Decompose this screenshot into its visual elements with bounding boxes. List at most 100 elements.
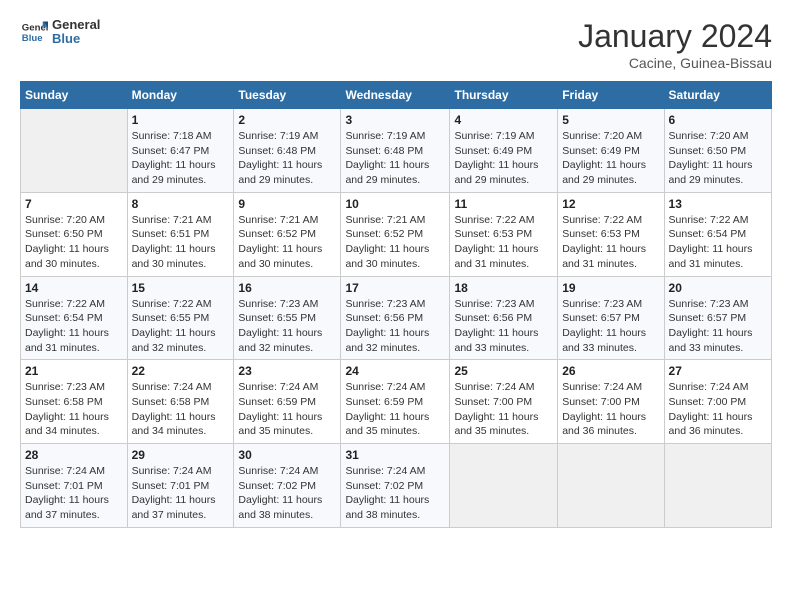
day-cell: 6 Sunrise: 7:20 AM Sunset: 6:50 PM Daylig… bbox=[664, 109, 771, 193]
day-number: 3 bbox=[345, 113, 445, 127]
day-cell: 15 Sunrise: 7:22 AM Sunset: 6:55 PM Dayli… bbox=[127, 276, 234, 360]
page: General Blue General Blue January 2024 C… bbox=[0, 0, 792, 612]
day-number: 11 bbox=[454, 197, 553, 211]
day-cell: 5 Sunrise: 7:20 AM Sunset: 6:49 PM Daylig… bbox=[558, 109, 664, 193]
day-cell: 17Sunrise: 7:23 AM Sunset: 6:56 PM Dayli… bbox=[341, 276, 450, 360]
day-cell: 8 Sunrise: 7:21 AM Sunset: 6:51 PM Daylig… bbox=[127, 192, 234, 276]
day-info: Sunrise: 7:24 AM Sunset: 7:02 PM Dayligh… bbox=[345, 464, 445, 523]
day-cell: 27 Sunrise: 7:24 AM Sunset: 7:00 PM Dayli… bbox=[664, 360, 771, 444]
header-row: Sunday Monday Tuesday Wednesday Thursday… bbox=[21, 82, 772, 109]
day-cell: 12Sunrise: 7:22 AM Sunset: 6:53 PM Dayli… bbox=[558, 192, 664, 276]
title-block: January 2024 Cacine, Guinea-Bissau bbox=[578, 18, 772, 71]
svg-text:Blue: Blue bbox=[22, 33, 43, 44]
day-info: Sunrise: 7:24 AM Sunset: 7:01 PM Dayligh… bbox=[25, 464, 123, 523]
col-wednesday: Wednesday bbox=[341, 82, 450, 109]
day-number: 5 bbox=[562, 113, 659, 127]
day-number: 19 bbox=[562, 281, 659, 295]
day-cell bbox=[450, 444, 558, 528]
day-info: Sunrise: 7:24 AM Sunset: 7:00 PM Dayligh… bbox=[669, 380, 767, 439]
day-number: 16 bbox=[238, 281, 336, 295]
day-info: Sunrise: 7:20 AM Sunset: 6:50 PM Dayligh… bbox=[669, 129, 767, 188]
day-number: 12 bbox=[562, 197, 659, 211]
col-tuesday: Tuesday bbox=[234, 82, 341, 109]
day-number: 29 bbox=[132, 448, 230, 462]
day-number: 15 bbox=[132, 281, 230, 295]
day-info: Sunrise: 7:24 AM Sunset: 7:02 PM Dayligh… bbox=[238, 464, 336, 523]
day-number: 26 bbox=[562, 364, 659, 378]
day-info: Sunrise: 7:23 AM Sunset: 6:55 PM Dayligh… bbox=[238, 297, 336, 356]
day-cell: 22 Sunrise: 7:24 AM Sunset: 6:58 PM Dayli… bbox=[127, 360, 234, 444]
day-info: Sunrise: 7:24 AM Sunset: 7:00 PM Dayligh… bbox=[454, 380, 553, 439]
day-info: Sunrise: 7:24 AM Sunset: 6:59 PM Dayligh… bbox=[345, 380, 445, 439]
day-number: 4 bbox=[454, 113, 553, 127]
col-monday: Monday bbox=[127, 82, 234, 109]
day-number: 7 bbox=[25, 197, 123, 211]
day-info: Sunrise: 7:19 AM Sunset: 6:49 PM Dayligh… bbox=[454, 129, 553, 188]
day-number: 24 bbox=[345, 364, 445, 378]
day-info: Sunrise: 7:23 AM Sunset: 6:56 PM Dayligh… bbox=[454, 297, 553, 356]
day-cell: 16 Sunrise: 7:23 AM Sunset: 6:55 PM Dayli… bbox=[234, 276, 341, 360]
day-number: 14 bbox=[25, 281, 123, 295]
day-cell: 11 Sunrise: 7:22 AM Sunset: 6:53 PM Dayli… bbox=[450, 192, 558, 276]
day-number: 1 bbox=[132, 113, 230, 127]
day-number: 30 bbox=[238, 448, 336, 462]
day-info: Sunrise: 7:18 AM Sunset: 6:47 PM Dayligh… bbox=[132, 129, 230, 188]
day-cell: 14 Sunrise: 7:22 AM Sunset: 6:54 PM Dayli… bbox=[21, 276, 128, 360]
week-row-4: 28Sunrise: 7:24 AM Sunset: 7:01 PM Dayli… bbox=[21, 444, 772, 528]
week-row-3: 21Sunrise: 7:23 AM Sunset: 6:58 PM Dayli… bbox=[21, 360, 772, 444]
day-cell: 23 Sunrise: 7:24 AM Sunset: 6:59 PM Dayli… bbox=[234, 360, 341, 444]
day-cell: 31 Sunrise: 7:24 AM Sunset: 7:02 PM Dayli… bbox=[341, 444, 450, 528]
day-cell: 30 Sunrise: 7:24 AM Sunset: 7:02 PM Dayli… bbox=[234, 444, 341, 528]
day-number: 13 bbox=[669, 197, 767, 211]
logo-text: General Blue bbox=[52, 18, 100, 47]
day-number: 22 bbox=[132, 364, 230, 378]
day-info: Sunrise: 7:23 AM Sunset: 6:57 PM Dayligh… bbox=[669, 297, 767, 356]
col-thursday: Thursday bbox=[450, 82, 558, 109]
day-number: 31 bbox=[345, 448, 445, 462]
day-info: Sunrise: 7:19 AM Sunset: 6:48 PM Dayligh… bbox=[345, 129, 445, 188]
day-cell: 9Sunrise: 7:21 AM Sunset: 6:52 PM Daylig… bbox=[234, 192, 341, 276]
day-cell: 24 Sunrise: 7:24 AM Sunset: 6:59 PM Dayli… bbox=[341, 360, 450, 444]
day-number: 20 bbox=[669, 281, 767, 295]
day-number: 8 bbox=[132, 197, 230, 211]
week-row-1: 7 Sunrise: 7:20 AM Sunset: 6:50 PM Daylig… bbox=[21, 192, 772, 276]
day-info: Sunrise: 7:22 AM Sunset: 6:55 PM Dayligh… bbox=[132, 297, 230, 356]
day-cell: 26Sunrise: 7:24 AM Sunset: 7:00 PM Dayli… bbox=[558, 360, 664, 444]
day-info: Sunrise: 7:23 AM Sunset: 6:56 PM Dayligh… bbox=[345, 297, 445, 356]
day-number: 18 bbox=[454, 281, 553, 295]
day-cell: 10Sunrise: 7:21 AM Sunset: 6:52 PM Dayli… bbox=[341, 192, 450, 276]
month-title: January 2024 bbox=[578, 18, 772, 55]
week-row-2: 14 Sunrise: 7:22 AM Sunset: 6:54 PM Dayli… bbox=[21, 276, 772, 360]
day-cell: 3 Sunrise: 7:19 AM Sunset: 6:48 PM Daylig… bbox=[341, 109, 450, 193]
day-cell: 19 Sunrise: 7:23 AM Sunset: 6:57 PM Dayli… bbox=[558, 276, 664, 360]
day-info: Sunrise: 7:23 AM Sunset: 6:57 PM Dayligh… bbox=[562, 297, 659, 356]
day-number: 27 bbox=[669, 364, 767, 378]
week-row-0: 1 Sunrise: 7:18 AM Sunset: 6:47 PM Daylig… bbox=[21, 109, 772, 193]
day-number: 23 bbox=[238, 364, 336, 378]
subtitle: Cacine, Guinea-Bissau bbox=[578, 55, 772, 71]
day-cell: 20 Sunrise: 7:23 AM Sunset: 6:57 PM Dayli… bbox=[664, 276, 771, 360]
day-number: 9 bbox=[238, 197, 336, 211]
day-info: Sunrise: 7:22 AM Sunset: 6:53 PM Dayligh… bbox=[454, 213, 553, 272]
day-cell: 18 Sunrise: 7:23 AM Sunset: 6:56 PM Dayli… bbox=[450, 276, 558, 360]
day-number: 25 bbox=[454, 364, 553, 378]
day-cell: 1 Sunrise: 7:18 AM Sunset: 6:47 PM Daylig… bbox=[127, 109, 234, 193]
day-cell: 7 Sunrise: 7:20 AM Sunset: 6:50 PM Daylig… bbox=[21, 192, 128, 276]
day-info: Sunrise: 7:24 AM Sunset: 6:58 PM Dayligh… bbox=[132, 380, 230, 439]
logo-icon: General Blue bbox=[20, 18, 48, 46]
day-number: 21 bbox=[25, 364, 123, 378]
day-number: 2 bbox=[238, 113, 336, 127]
day-info: Sunrise: 7:21 AM Sunset: 6:52 PM Dayligh… bbox=[345, 213, 445, 272]
day-cell: 2 Sunrise: 7:19 AM Sunset: 6:48 PM Daylig… bbox=[234, 109, 341, 193]
day-cell: 21Sunrise: 7:23 AM Sunset: 6:58 PM Dayli… bbox=[21, 360, 128, 444]
day-info: Sunrise: 7:24 AM Sunset: 6:59 PM Dayligh… bbox=[238, 380, 336, 439]
header: General Blue General Blue January 2024 C… bbox=[20, 18, 772, 71]
day-number: 6 bbox=[669, 113, 767, 127]
calendar-table: Sunday Monday Tuesday Wednesday Thursday… bbox=[20, 81, 772, 528]
day-info: Sunrise: 7:20 AM Sunset: 6:49 PM Dayligh… bbox=[562, 129, 659, 188]
day-cell: 29Sunrise: 7:24 AM Sunset: 7:01 PM Dayli… bbox=[127, 444, 234, 528]
day-info: Sunrise: 7:20 AM Sunset: 6:50 PM Dayligh… bbox=[25, 213, 123, 272]
day-info: Sunrise: 7:21 AM Sunset: 6:51 PM Dayligh… bbox=[132, 213, 230, 272]
day-info: Sunrise: 7:19 AM Sunset: 6:48 PM Dayligh… bbox=[238, 129, 336, 188]
day-info: Sunrise: 7:22 AM Sunset: 6:54 PM Dayligh… bbox=[25, 297, 123, 356]
